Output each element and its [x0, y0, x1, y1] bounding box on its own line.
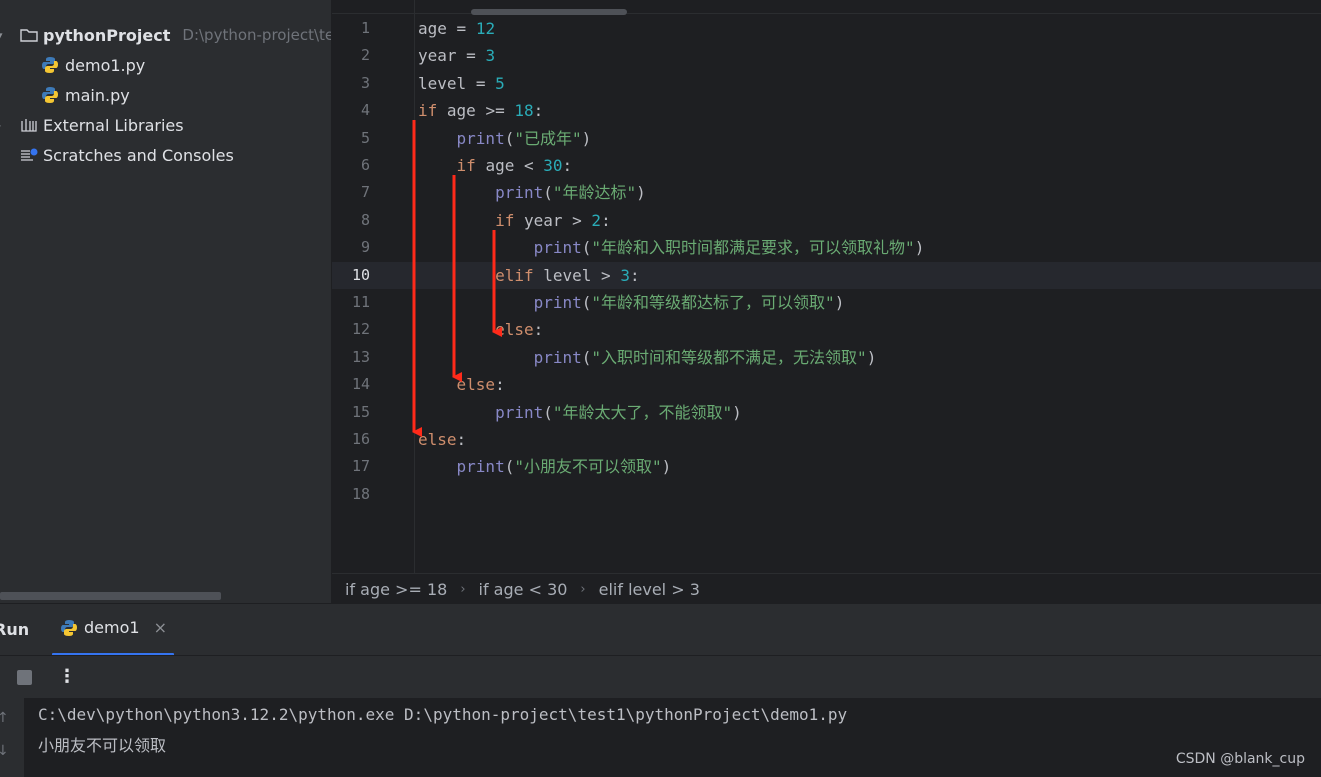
- code-text: print("年龄达标"): [495, 183, 646, 203]
- line-number: 14: [351, 375, 370, 394]
- collapse-arrow-icon[interactable]: ›: [0, 119, 1, 132]
- python-file-icon: [42, 57, 58, 73]
- console-gutter: ↑ ↓: [0, 698, 24, 777]
- line-number: 16: [351, 430, 370, 448]
- code-text: else:: [456, 375, 505, 395]
- scroll-up-icon[interactable]: ↑: [0, 710, 9, 726]
- code-text: else:: [495, 320, 544, 340]
- code-text: elif level > 3:: [495, 265, 640, 285]
- line-number: 6: [360, 156, 370, 174]
- code-text: if age < 30:: [456, 156, 573, 175]
- project-panel: ▾ pythonProject D:\python-project\te dem…: [0, 0, 331, 603]
- breadcrumb-item[interactable]: if age < 30: [479, 580, 568, 599]
- line-number: 11: [351, 293, 370, 311]
- line-number: 18: [351, 484, 370, 503]
- code-text: if year > 2:: [495, 210, 611, 230]
- line-number: 9: [360, 238, 370, 257]
- code-text: age = 12: [418, 19, 496, 38]
- project-name: pythonProject: [43, 25, 171, 45]
- watermark: CSDN @blank_cup: [1175, 751, 1305, 767]
- code-text: level = 5: [418, 73, 505, 93]
- close-icon[interactable]: ×: [154, 618, 167, 637]
- tree-file-demo1[interactable]: demo1.py: [41, 50, 145, 80]
- code-text: print("年龄和等级都达标了，可以领取"): [533, 293, 845, 312]
- breadcrumb-item[interactable]: elif level > 3: [599, 580, 700, 599]
- console-output-line: 小朋友不可以领取: [38, 736, 167, 755]
- chevron-right-icon: ›: [460, 581, 466, 597]
- line-number: 5: [360, 128, 370, 147]
- stop-button[interactable]: [17, 670, 32, 685]
- project-path: D:\python-project\te: [182, 26, 331, 44]
- run-toolbar: ⋮: [0, 655, 1321, 699]
- run-tool-header: Run demo1 ×: [0, 603, 1321, 656]
- line-number: 2: [360, 46, 370, 65]
- chevron-right-icon: ›: [580, 581, 586, 597]
- tree-root-row[interactable]: ▾ pythonProject D:\python-project\te: [0, 20, 331, 50]
- expand-arrow-icon[interactable]: ▾: [0, 29, 3, 42]
- more-options-icon[interactable]: ⋮: [58, 666, 76, 687]
- line-number: 15: [351, 402, 370, 421]
- python-file-icon: [61, 619, 77, 636]
- run-tab-demo1[interactable]: demo1 ×: [60, 618, 167, 637]
- code-text: print("已成年"): [456, 128, 592, 148]
- line-number: 1: [360, 19, 370, 37]
- tree-file-main[interactable]: main.py: [41, 80, 130, 110]
- line-number: 17: [351, 457, 370, 476]
- line-number: 3: [360, 73, 370, 92]
- code-text: if age >= 18:: [418, 101, 544, 121]
- library-icon: [21, 119, 37, 132]
- line-number: 4: [360, 101, 370, 120]
- tree-scratches[interactable]: Scratches and Consoles: [0, 140, 234, 170]
- code-text: print("年龄和入职时间都满足要求，可以领取礼物"): [533, 238, 925, 258]
- tab-label: demo1: [84, 618, 140, 637]
- line-number: 10: [351, 265, 370, 284]
- code-editor[interactable]: 1 age = 12 2 year = 3 3 level = 5 4 if age >= 1…: [332, 0, 1321, 573]
- scroll-down-icon[interactable]: ↓: [0, 743, 9, 759]
- file-name: demo1.py: [65, 55, 146, 75]
- line-number: 13: [351, 347, 370, 366]
- line-number: 7: [360, 183, 370, 202]
- code-text: print("小朋友不可以领取"): [456, 457, 672, 477]
- line-number: 12: [351, 320, 370, 339]
- folder-icon: [20, 29, 38, 42]
- run-title: Run: [0, 620, 30, 639]
- external-libraries-label: External Libraries: [43, 115, 184, 135]
- console-output[interactable]: ↑ ↓ C:\dev\python\python3.12.2\python.ex…: [0, 698, 1321, 777]
- scratches-label: Scratches and Consoles: [43, 145, 234, 165]
- code-text: year = 3: [418, 46, 496, 66]
- python-file-icon: [42, 87, 58, 103]
- code-text: else:: [418, 430, 467, 449]
- scratches-icon: [21, 148, 38, 161]
- file-name: main.py: [65, 85, 130, 105]
- console-command: C:\dev\python\python3.12.2\python.exe D:…: [38, 705, 848, 724]
- code-text: print("年龄太大了，不能领取"): [495, 402, 742, 422]
- tree-external-libraries[interactable]: › External Libraries: [0, 110, 184, 140]
- horizontal-scrollbar[interactable]: [0, 592, 221, 600]
- code-text: print("入职时间和等级都不满足，无法领取"): [533, 347, 877, 367]
- breadcrumb-item[interactable]: if age >= 18: [345, 580, 447, 599]
- breadcrumb: if age >= 18 › if age < 30 › elif level …: [332, 573, 1321, 604]
- gutter-separator: [414, 0, 415, 573]
- line-number: 8: [360, 210, 370, 229]
